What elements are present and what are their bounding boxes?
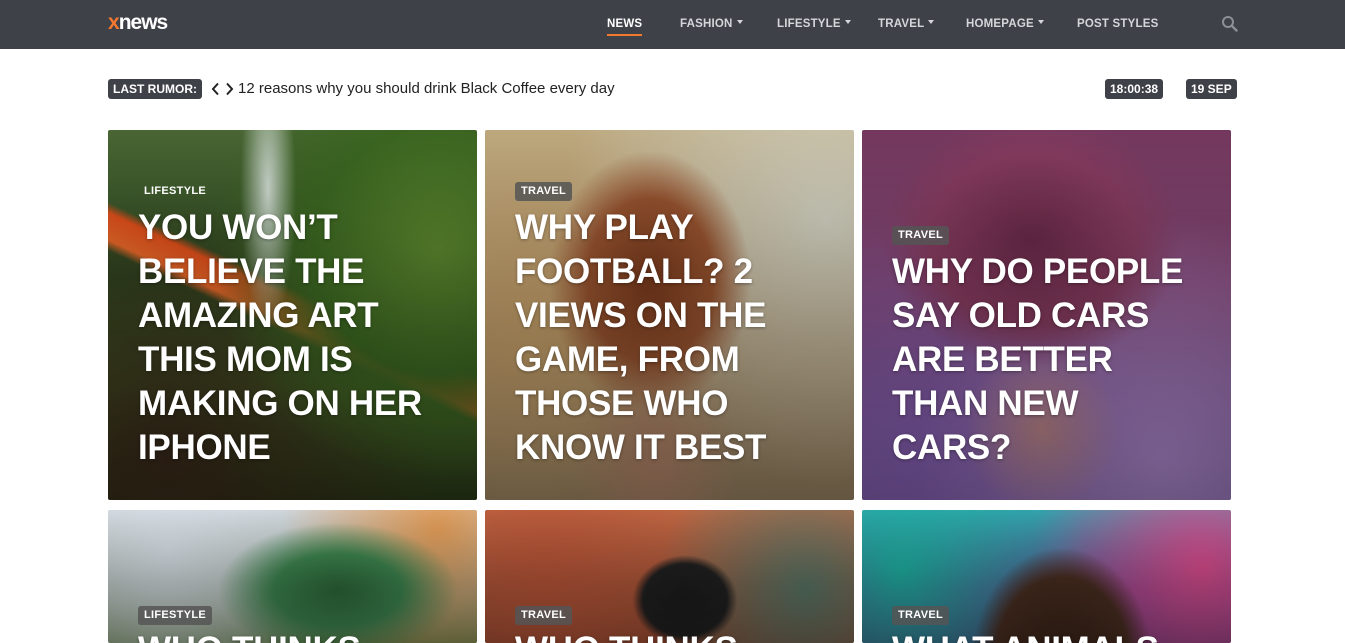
nav-item-label: LIFESTYLE (777, 18, 841, 30)
chevron-left-icon[interactable] (210, 80, 221, 98)
nav-item-news[interactable]: NEWS (607, 17, 643, 36)
nav-item-label: NEWS (607, 18, 643, 30)
last-rumor-label: LAST RUMOR: (108, 79, 202, 99)
search-icon[interactable] (1221, 15, 1239, 33)
category-badge[interactable]: LIFESTYLE (138, 182, 212, 201)
clock-time: 18:00:38 (1105, 79, 1164, 99)
rumor-headline-link[interactable]: 12 reasons why you should drink Black Co… (238, 79, 615, 99)
article-card[interactable]: TRAVEL WHY PLAY FOOTBALL? 2 VIEWS ON THE… (485, 130, 854, 500)
top-navigation-bar: xnews NEWS FASHION LIFESTYLE TRAVEL HOME… (0, 0, 1345, 49)
chevron-right-icon[interactable] (224, 80, 235, 98)
caret-down-icon (736, 19, 743, 24)
article-title[interactable]: WHO THINKS (515, 628, 835, 643)
nav-item-homepage[interactable]: HOMEPAGE (966, 17, 1044, 31)
caret-down-icon (1037, 19, 1044, 24)
nav-item-post-styles[interactable]: POST STYLES (1077, 17, 1158, 31)
logo-text: news (118, 11, 169, 34)
nav-item-label: POST STYLES (1077, 18, 1159, 30)
category-badge[interactable]: TRAVEL (892, 226, 949, 245)
current-date: 19 SEP (1186, 79, 1237, 99)
site-logo[interactable]: xnews (108, 10, 169, 36)
category-badge[interactable]: TRAVEL (515, 606, 572, 625)
article-title[interactable]: WHY DO PEOPLE SAY OLD CARS ARE BETTER TH… (892, 250, 1202, 470)
caret-down-icon (844, 19, 851, 24)
article-title[interactable]: WHY PLAY FOOTBALL? 2 VIEWS ON THE GAME, … (515, 206, 835, 470)
category-badge[interactable]: TRAVEL (892, 606, 949, 625)
nav-item-lifestyle[interactable]: LIFESTYLE (777, 17, 851, 31)
article-title[interactable]: YOU WON’T BELIEVE THE AMAZING ART THIS M… (138, 206, 458, 470)
article-card[interactable]: LIFESTYLE WHO THINKS (108, 510, 477, 643)
nav-item-travel[interactable]: TRAVEL (878, 17, 935, 31)
nav-item-label: TRAVEL (878, 18, 925, 30)
caret-down-icon (928, 19, 935, 24)
category-badge[interactable]: TRAVEL (515, 182, 572, 201)
category-badge[interactable]: LIFESTYLE (138, 606, 212, 625)
article-card[interactable]: TRAVEL WHY DO PEOPLE SAY OLD CARS ARE BE… (862, 130, 1231, 500)
article-card[interactable]: TRAVEL WHAT ANIMALS (862, 510, 1231, 643)
nav-item-fashion[interactable]: FASHION (680, 17, 743, 31)
article-title[interactable]: WHO THINKS (138, 628, 458, 643)
nav-item-label: FASHION (680, 18, 733, 30)
article-card[interactable]: LIFESTYLE YOU WON’T BELIEVE THE AMAZING … (108, 130, 477, 500)
logo-prefix: x (108, 11, 120, 34)
article-card[interactable]: TRAVEL WHO THINKS (485, 510, 854, 643)
nav-item-label: HOMEPAGE (966, 18, 1034, 30)
ticker-arrows (210, 79, 235, 99)
article-title[interactable]: WHAT ANIMALS (892, 628, 1212, 643)
